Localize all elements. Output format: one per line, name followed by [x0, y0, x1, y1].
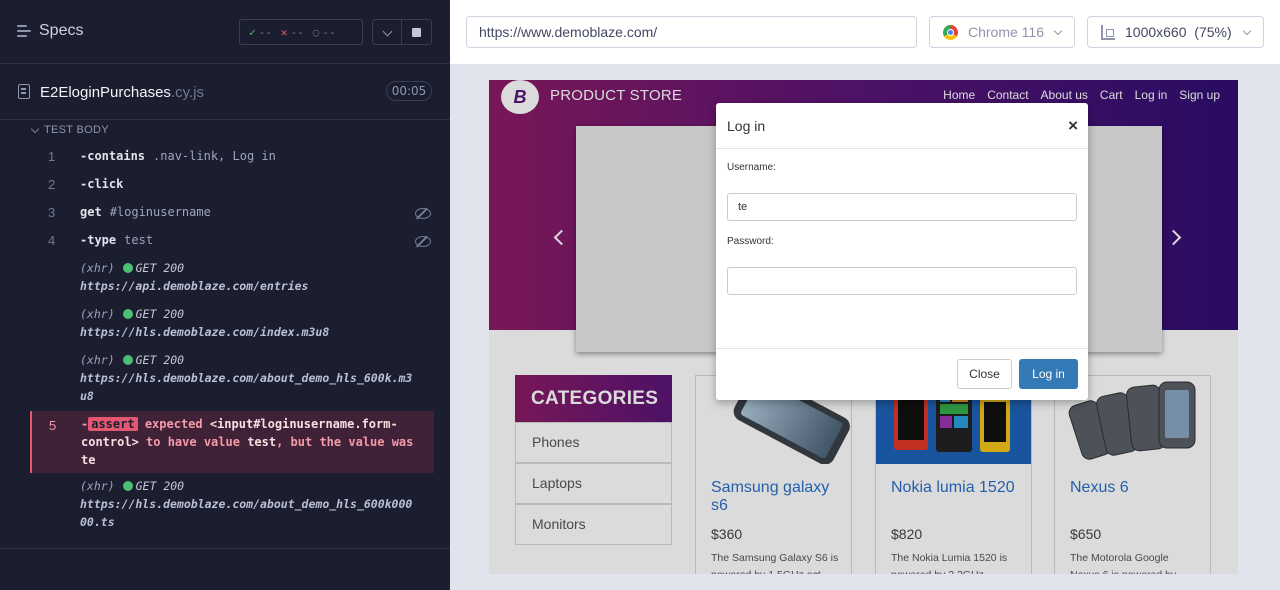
- chevron-down-icon: [30, 124, 40, 133]
- status-dot-icon: [122, 309, 133, 319]
- options-dropdown-button[interactable]: [372, 19, 402, 45]
- login-button[interactable]: Log in: [1019, 359, 1078, 389]
- xhr-log-item[interactable]: (xhr) GET 200 https://hls.demoblaze.com/a…: [80, 477, 412, 531]
- assert-message: - assert expected <input#loginusername.fo…: [81, 417, 414, 467]
- failed-stat: ✕ --: [280, 25, 304, 39]
- command-arg: test: [124, 233, 154, 247]
- status-dot-icon: [122, 481, 133, 491]
- command-row[interactable]: 2 -click: [30, 177, 434, 195]
- test-body-toggle[interactable]: TEST BODY: [30, 124, 109, 136]
- eye-slash-icon[interactable]: [414, 207, 431, 219]
- failed-assert-command[interactable]: 5 - assert expected <input#loginusername.…: [30, 411, 434, 473]
- file-icon: [18, 84, 30, 99]
- specs-label: Specs: [39, 22, 84, 39]
- app-under-test-panel: https://www.demoblaze.com/ Chrome 116 10…: [450, 0, 1280, 590]
- reporter-header: Specs ✓ -- ✕ -- ◌ --: [0, 0, 450, 64]
- login-modal: Log in × Username: te Password: Close Lo…: [716, 103, 1088, 400]
- command-row[interactable]: 1 -contains .nav-link, Log in: [30, 149, 434, 167]
- modal-title: Log in: [727, 118, 766, 134]
- aut-toolbar: https://www.demoblaze.com/ Chrome 116 10…: [450, 0, 1280, 64]
- spinner-icon: ◌: [312, 25, 320, 39]
- modal-header: Log in ×: [716, 103, 1088, 149]
- xhr-log-item[interactable]: (xhr) GET 200 https://hls.demoblaze.com/a…: [80, 351, 412, 405]
- xhr-log-item[interactable]: (xhr) GET 200 https://api.demoblaze.com/e…: [80, 259, 308, 295]
- modal-footer: Close Log in: [716, 348, 1088, 400]
- command-arg: .nav-link, Log in: [153, 149, 276, 163]
- chevron-down-icon: [1242, 26, 1252, 36]
- spec-filename: E2EloginPurchases.cy.js: [40, 84, 204, 101]
- password-field[interactable]: [727, 267, 1077, 295]
- chevron-down-icon: [1053, 26, 1063, 36]
- username-field[interactable]: te: [727, 193, 1077, 221]
- ruler-icon: [1101, 25, 1115, 40]
- specs-link[interactable]: Specs: [17, 22, 83, 40]
- chrome-icon: [943, 25, 958, 40]
- command-log: 1 -contains .nav-link, Log in 2 -click 3 …: [30, 142, 434, 536]
- stop-icon: [412, 28, 421, 37]
- close-icon[interactable]: ×: [1068, 116, 1078, 136]
- reporter-panel: Specs ✓ -- ✕ -- ◌ -- E2EloginPurchases.cy.j…: [0, 0, 450, 590]
- status-dot-icon: [122, 263, 133, 273]
- passed-stat: ✓ --: [249, 25, 272, 39]
- command-name: get: [80, 205, 102, 219]
- password-label: Password:: [727, 236, 774, 247]
- command-name: type: [87, 233, 117, 247]
- command-name: click: [87, 177, 124, 191]
- app-viewport: B PRODUCT STORE Home Contact About us Ca…: [489, 80, 1238, 574]
- chevron-down-icon: [382, 26, 393, 37]
- close-button[interactable]: Close: [957, 359, 1012, 389]
- pending-stat: ◌ --: [312, 25, 336, 39]
- check-icon: ✓: [249, 25, 256, 39]
- status-dot-icon: [122, 355, 133, 365]
- username-label: Username:: [727, 162, 776, 173]
- divider: [0, 548, 450, 549]
- xhr-log-item[interactable]: (xhr) GET 200 https://hls.demoblaze.com/i…: [80, 305, 329, 341]
- spec-file-row: E2EloginPurchases.cy.js 00:05: [0, 64, 450, 120]
- run-duration: 00:05: [386, 81, 432, 101]
- x-icon: ✕: [280, 25, 288, 39]
- stop-button[interactable]: [402, 19, 432, 45]
- command-row[interactable]: 3 get #loginusername: [30, 205, 434, 223]
- viewport-selector[interactable]: 1000x660 (75%): [1087, 16, 1264, 48]
- browser-selector[interactable]: Chrome 116: [929, 16, 1075, 48]
- assert-badge: assert: [88, 417, 138, 431]
- specs-list-icon: [17, 25, 31, 37]
- url-field[interactable]: https://www.demoblaze.com/: [466, 16, 917, 48]
- command-arg: #loginusername: [109, 205, 211, 219]
- command-row[interactable]: 4 -type test: [30, 233, 434, 251]
- command-name: contains: [87, 149, 146, 163]
- test-stats: ✓ -- ✕ -- ◌ --: [239, 19, 363, 45]
- eye-slash-icon[interactable]: [414, 235, 431, 247]
